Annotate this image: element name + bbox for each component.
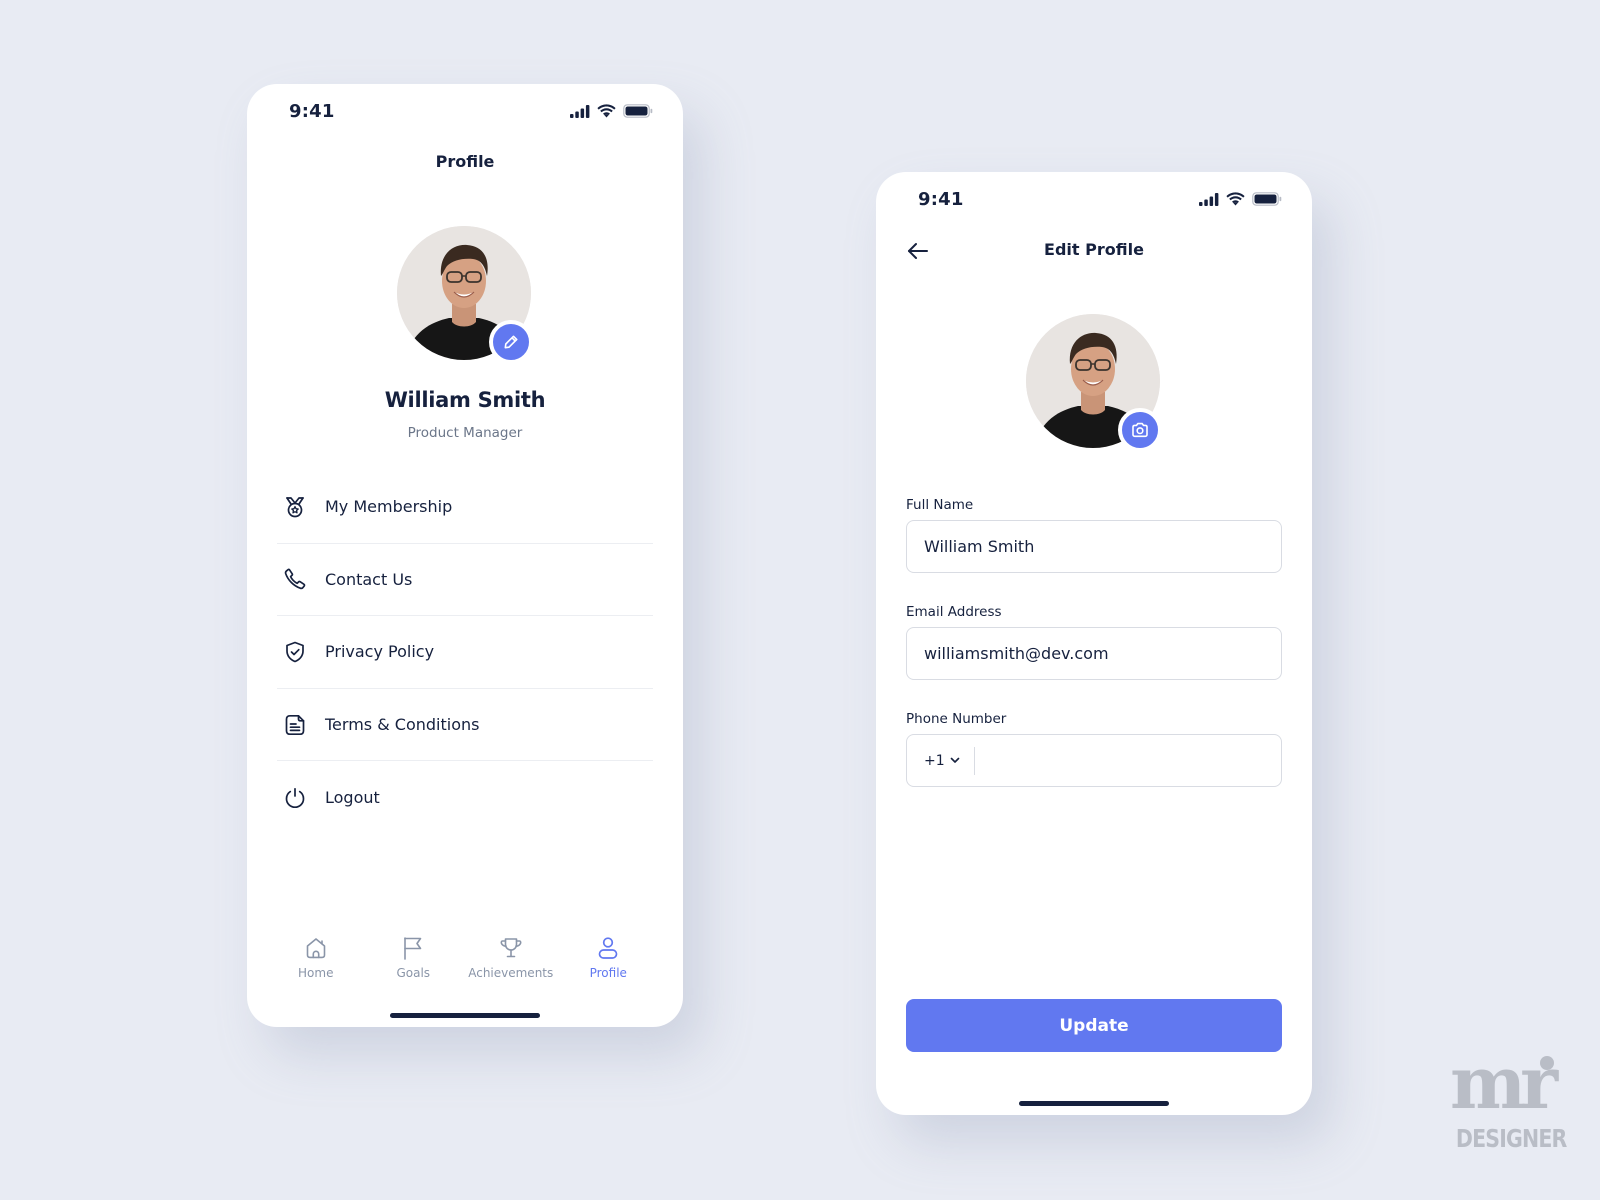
home-icon <box>302 934 330 962</box>
avatar-container <box>1026 314 1162 452</box>
menu-item-label: Contact Us <box>325 569 413 589</box>
tab-label: Goals <box>396 966 431 980</box>
home-indicator <box>390 1013 540 1018</box>
document-icon <box>281 711 309 739</box>
menu-item-label: My Membership <box>325 497 453 517</box>
tab-achievements[interactable]: Achievements <box>462 934 560 984</box>
edit-profile-screen: 9:41 Edit Profile Full Name William Smit… <box>876 172 1312 1115</box>
full-name-label: Full Name <box>906 497 974 513</box>
chevron-down-icon <box>950 757 959 763</box>
tab-label: Achievements <box>468 966 554 980</box>
status-icons <box>1199 192 1282 206</box>
wifi-icon <box>1226 192 1245 206</box>
status-time: 9:41 <box>289 101 335 122</box>
menu-item-terms-conditions[interactable]: Terms & Conditions <box>277 689 653 762</box>
phone-label: Phone Number <box>906 711 1007 727</box>
shield-check-icon <box>281 638 309 666</box>
watermark-text: DESIGNER <box>1455 1124 1567 1153</box>
power-icon <box>281 784 309 812</box>
change-photo-button[interactable] <box>1118 408 1162 452</box>
status-bar: 9:41 <box>876 172 1312 228</box>
watermark-mark-text: mr <box>1449 1040 1558 1125</box>
menu-item-my-membership[interactable]: My Membership <box>277 471 653 544</box>
menu-item-privacy-policy[interactable]: Privacy Policy <box>277 616 653 689</box>
page-title: Profile <box>435 152 495 171</box>
bottom-tab-bar: Home Goals Achievements Profile <box>247 934 683 984</box>
status-icons <box>570 104 653 118</box>
watermark-dot <box>1540 1056 1554 1070</box>
menu-item-logout[interactable]: Logout <box>277 761 653 834</box>
menu-item-label: Logout <box>325 788 380 808</box>
email-label: Email Address <box>906 604 1002 620</box>
phone-icon <box>281 565 309 593</box>
watermark-mark: mr <box>1446 1047 1558 1119</box>
phone-number-input[interactable] <box>974 735 1281 786</box>
signal-icon <box>1199 192 1219 206</box>
watermark-logo: mr DESIGNER <box>1446 1047 1567 1158</box>
tab-profile[interactable]: Profile <box>560 934 658 984</box>
medal-icon <box>281 493 309 521</box>
flag-icon <box>399 934 427 962</box>
tab-goals[interactable]: Goals <box>365 934 463 984</box>
tab-home[interactable]: Home <box>267 934 365 984</box>
user-icon <box>594 934 622 962</box>
menu-item-label: Terms & Conditions <box>325 715 480 735</box>
user-role: Product Manager <box>407 425 523 441</box>
pencil-icon <box>504 335 518 349</box>
trophy-icon <box>497 934 525 962</box>
tab-label: Home <box>298 966 334 980</box>
avatar-container <box>397 226 533 364</box>
email-input[interactable] <box>906 627 1282 680</box>
home-indicator <box>1019 1101 1169 1106</box>
status-time: 9:41 <box>918 189 964 210</box>
country-code-select[interactable]: +1 <box>907 735 974 786</box>
battery-icon <box>1252 192 1282 206</box>
edit-avatar-button[interactable] <box>489 320 533 364</box>
profile-menu: My Membership Contact Us Privacy Policy <box>277 471 653 834</box>
wifi-icon <box>597 104 616 118</box>
tab-label: Profile <box>589 966 627 980</box>
phone-field: +1 <box>906 734 1282 787</box>
user-name: William Smith <box>384 388 546 412</box>
status-bar: 9:41 <box>247 84 683 140</box>
battery-icon <box>623 104 653 118</box>
full-name-input[interactable] <box>906 520 1282 573</box>
menu-item-label: Privacy Policy <box>325 642 435 662</box>
signal-icon <box>570 104 590 118</box>
update-button[interactable]: Update <box>906 999 1282 1052</box>
country-code-value: +1 <box>924 752 945 769</box>
page-title: Edit Profile <box>1044 240 1144 259</box>
camera-icon <box>1132 422 1148 438</box>
profile-screen: 9:41 Profile William Smith Product Manag… <box>247 84 683 1027</box>
menu-item-contact-us[interactable]: Contact Us <box>277 544 653 617</box>
